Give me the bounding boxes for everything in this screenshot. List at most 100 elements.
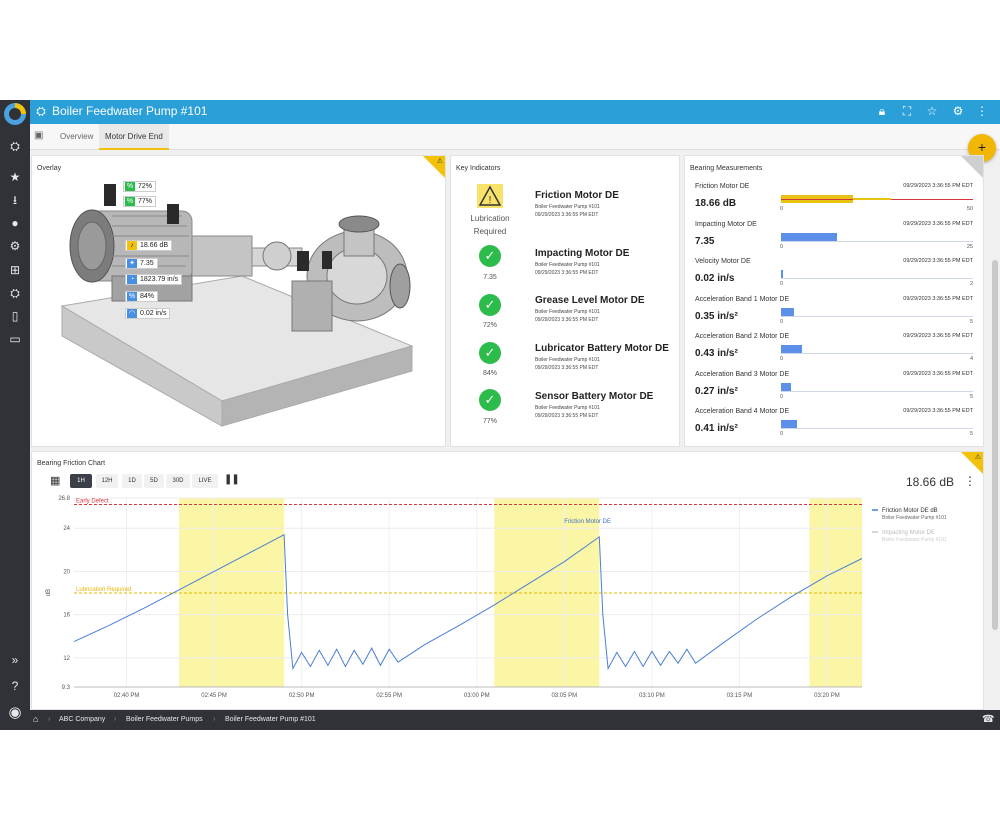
check-icon: ✓ [479, 389, 501, 411]
tab-bar: ▣ Overview Motor Drive End [30, 124, 1000, 150]
hierarchy-icon[interactable]: ⊞ [7, 262, 23, 278]
measurement-time: 09/29/2023 3:36:55 PM EDT [903, 370, 973, 377]
overlay-tag-lubricator-battery[interactable]: % 84% [125, 291, 159, 302]
report-icon[interactable]: ▭ [7, 331, 23, 347]
pump-icon[interactable]: ⛭ [7, 138, 23, 154]
breadcrumb-separator: › [114, 716, 117, 723]
indicator-row[interactable]: ✓ 72% Grease Level Motor DE Boiler Feedw… [451, 294, 681, 344]
measurement-track [781, 428, 973, 429]
indicator-row[interactable]: ✓ 7.35 Impacting Motor DE Boiler Feedwat… [451, 245, 681, 295]
speed-icon: ◠ [127, 309, 137, 318]
y-tick-label: 12 [63, 656, 70, 662]
indicator-row[interactable]: ✓ 77% Sensor Battery Motor DE Boiler Fee… [451, 389, 681, 439]
pause-icon[interactable]: ❚❚ [224, 474, 240, 485]
indicator-asset: Boiler Feedwater Pump #101 [535, 309, 600, 315]
star-icon[interactable]: ★ [7, 169, 23, 185]
folder-icon[interactable]: ▣ [34, 130, 43, 141]
measurement-time: 09/29/2023 3:36:55 PM EDT [903, 183, 973, 189]
feedback-icon[interactable]: ☎ [982, 714, 994, 725]
measurement-row[interactable]: Acceleration Band 2 Motor DE 0.43 in/s² 09… [685, 333, 981, 371]
indicator-row[interactable]: ✓ 84% Lubricator Battery Motor DE Boiler… [451, 342, 681, 392]
tab-overview[interactable]: Overview [54, 124, 99, 150]
bearing-measurements-title: Bearing Measurements [690, 165, 763, 172]
measurement-row[interactable]: Velocity Motor DE 0.02 in/s 09/29/2023 3:3… [685, 258, 981, 296]
range-12h-button[interactable]: 12H [96, 474, 118, 488]
overlay-tag-velocity[interactable]: ◠ 0.02 in/s [125, 308, 171, 319]
measurement-min: 0 [780, 356, 784, 362]
legend-series-name: Impacting Motor DE [882, 530, 935, 536]
percent-icon: % [127, 292, 137, 301]
measurement-max: 5 [969, 431, 973, 437]
mobile-icon[interactable]: ▯ [7, 308, 23, 324]
measurement-name: Friction Motor DE [695, 183, 750, 190]
measurement-row[interactable]: Acceleration Band 1 Motor DE 0.35 in/s² 09… [685, 296, 981, 334]
y-tick-label: 9.3 [62, 685, 71, 691]
measurement-max: 5 [969, 393, 973, 400]
star-outline-icon[interactable]: ☆ [924, 104, 940, 118]
range-1h-button[interactable]: 1H [70, 474, 92, 488]
overlay-tag-gauge[interactable]: ◔ 1823.79 in/s [125, 274, 183, 285]
indicator-value: 72% [482, 322, 497, 329]
download-icon[interactable]: ⭳ [7, 192, 23, 208]
settings-icon[interactable]: ⚙ [950, 104, 966, 118]
overlay-tag-friction[interactable]: ♪ 18.66 dB [125, 240, 173, 251]
measurement-max: 4 [969, 356, 973, 362]
indicator-time: 09/29/2023 3:36:55 PM EDT [535, 365, 599, 371]
app-window: ⛭ ★ ⭳ ● ⚙ ⊞ ⛭ ▯ ▭ » ? ◉ ⛭ Boiler Feedwat… [0, 100, 1000, 730]
overlay-tag-sensor-battery[interactable]: % 77% [123, 196, 157, 207]
overlay-tag-impacting[interactable]: ✦ 7.35 [125, 258, 158, 269]
indicator-status-line2: Required [473, 227, 507, 236]
overlay-tag-value: 84% [140, 293, 155, 300]
check-icon: ✓ [479, 294, 501, 316]
indicator-asset: Boiler Feedwater Pump #101 [535, 357, 600, 363]
measurement-row[interactable]: Impacting Motor DE 7.35 09/29/2023 3:36:55… [685, 221, 981, 259]
indicator-name: Impacting Motor DE [535, 248, 630, 259]
x-tick-label: 03:05 PM [551, 693, 577, 699]
home-icon[interactable]: ⌂ [33, 714, 38, 724]
overlay-tag-grease[interactable]: % 72% [123, 181, 157, 192]
user-icon[interactable]: ● [7, 215, 23, 231]
range-1d-button[interactable]: 1D [122, 474, 142, 488]
lock-icon[interactable]: 🔒︎ [874, 104, 890, 119]
logo-icon[interactable] [3, 102, 27, 126]
live-button[interactable]: LIVE [192, 474, 218, 488]
friction-chart[interactable]: 26.8 24 20 16 12 9.3 02:40 PM 02:45 PM 02:50 PM 0… [32, 490, 985, 708]
measurement-max: 25 [966, 243, 973, 250]
friction-chart-title: Bearing Friction Chart [37, 460, 106, 467]
gear-icon[interactable]: ⚙ [7, 238, 23, 254]
measurement-row[interactable]: Friction Motor DE 18.66 dB 09/29/2023 3:36… [685, 183, 981, 221]
breadcrumb-separator: › [213, 716, 216, 723]
threshold-label: Lubrication Required [76, 587, 131, 593]
breadcrumb-item[interactable]: Boiler Feedwater Pump #101 [225, 716, 316, 723]
breadcrumb-item[interactable]: Boiler Feedwater Pumps [126, 716, 203, 723]
more-icon[interactable]: ⋮ [974, 104, 990, 118]
y-tick-label: 20 [63, 569, 70, 575]
fullscreen-icon[interactable]: ⛶ [899, 104, 915, 119]
measurement-row[interactable]: Acceleration Band 3 Motor DE 0.27 in/s² 09… [685, 371, 981, 409]
asset-icon[interactable]: ⛭ [7, 285, 23, 301]
indicator-status-line1: Lubrication [470, 214, 510, 223]
range-30d-button[interactable]: 30D [166, 474, 190, 488]
account-icon[interactable]: ◉ [7, 705, 23, 721]
measurement-name: Acceleration Band 2 Motor DE [695, 333, 790, 340]
chart-more-icon[interactable]: ⋮ [964, 474, 976, 488]
measurement-value: 0.41 in/s² [695, 423, 738, 434]
check-icon: ✓ [479, 342, 501, 364]
indicator-name: Friction Motor DE [535, 190, 619, 201]
help-icon[interactable]: ? [7, 678, 23, 694]
indicator-row[interactable]: ! Lubrication Required Friction Motor DE… [451, 184, 681, 236]
y-tick-label: 16 [63, 613, 70, 619]
tab-motor-drive-end[interactable]: Motor Drive End [99, 124, 169, 150]
scrollbar[interactable] [992, 260, 998, 630]
measurement-bar [781, 345, 802, 353]
calendar-icon[interactable]: ▦ [50, 474, 60, 487]
expand-icon[interactable]: » [7, 652, 23, 668]
indicator-name: Sensor Battery Motor DE [535, 391, 654, 402]
measurement-row[interactable]: Acceleration Band 4 Motor DE 0.41 in/s² 09… [685, 408, 981, 446]
range-5d-button[interactable]: 5D [144, 474, 164, 488]
overlay-card: Overlay ⚠ % 72% % 77% ♪ 18.66 dB ✦ 7.35 … [31, 155, 446, 447]
x-tick-label: 02:40 PM [114, 693, 140, 699]
breadcrumb-item[interactable]: ABC Company [59, 716, 105, 723]
measurement-time: 09/29/2023 3:36:55 PM EDT [903, 333, 973, 339]
measurement-bar [781, 307, 795, 316]
